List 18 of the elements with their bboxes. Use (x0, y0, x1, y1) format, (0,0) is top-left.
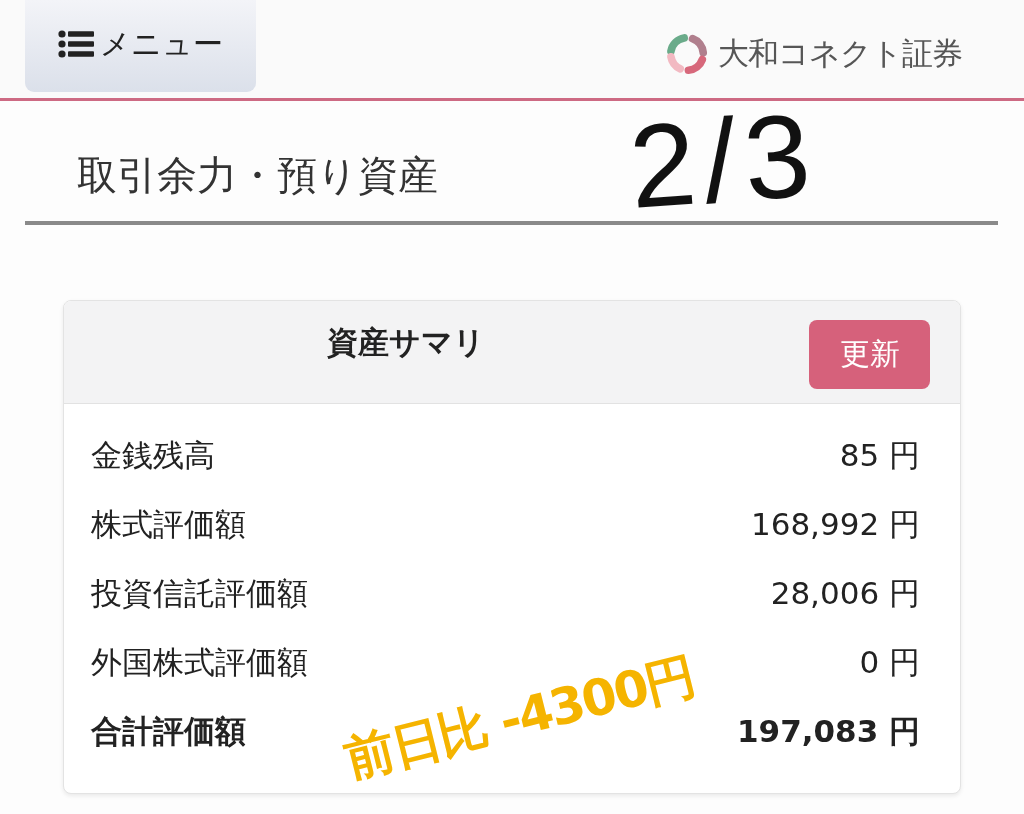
item-label: 投資信託評価額 (91, 573, 308, 613)
brand-name: 大和コネクト証券 (718, 34, 962, 73)
refresh-button[interactable]: 更新 (809, 320, 930, 389)
item-value: 168,992 円 (750, 504, 920, 544)
item-value: 85 円 (839, 435, 920, 475)
item-label: 外国株式評価額 (91, 642, 308, 682)
item-value: 0 円 (859, 642, 920, 682)
menu-button[interactable]: メニュー (25, 0, 256, 92)
handwritten-note: 前日比 -4300円 (339, 650, 699, 786)
page-title: 取引余力・預り資産 (77, 151, 438, 200)
total-value: 197,083 円 (737, 711, 920, 751)
list-icon (58, 30, 94, 58)
handwritten-note: 2/3 (625, 95, 822, 226)
item-value: 28,006 円 (770, 573, 920, 613)
item-label: 株式評価額 (91, 504, 246, 544)
card-title: 資産サマリ (327, 323, 485, 362)
total-label: 合計評価額 (91, 711, 246, 751)
item-label: 金銭残高 (91, 435, 215, 475)
